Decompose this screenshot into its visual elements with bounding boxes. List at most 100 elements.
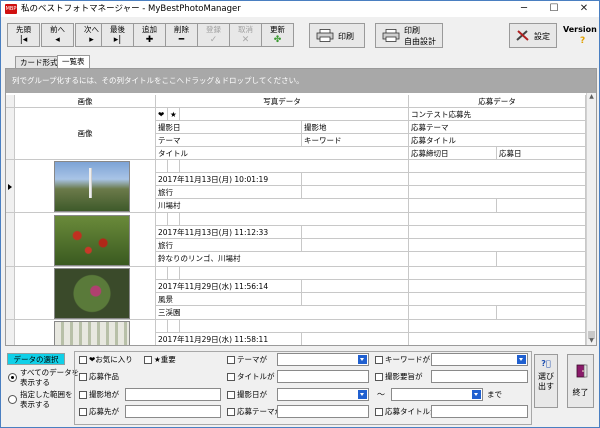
chevron-down-icon[interactable] — [358, 390, 367, 399]
col-shoot-date-header[interactable]: 撮影日 — [156, 121, 302, 134]
photo-thumbnail[interactable] — [54, 268, 130, 319]
close-button[interactable]: ✕ — [569, 1, 599, 17]
col-deadline-header[interactable]: 応募締切日 — [409, 147, 497, 160]
row-indicator[interactable] — [6, 320, 15, 345]
contest-cell[interactable] — [409, 213, 586, 226]
shoot-date-checkbox[interactable] — [227, 391, 235, 399]
entry-theme-cell[interactable] — [409, 333, 586, 345]
row-indicator[interactable] — [6, 160, 15, 213]
shoot-place-cell[interactable] — [302, 226, 409, 239]
chevron-down-icon[interactable] — [517, 355, 526, 364]
col-contest-header[interactable]: コンテスト応募先 — [409, 108, 586, 121]
shoot-date-cell[interactable]: 2017年11月13日(月) 11:12:33 — [156, 226, 302, 239]
shoot-date-to-select[interactable] — [391, 388, 483, 401]
col-important-header[interactable]: ★ — [168, 108, 180, 121]
shoot-date-cell[interactable]: 2017年11月13日(月) 10:01:19 — [156, 173, 302, 186]
important-cell[interactable] — [168, 160, 180, 173]
col-entry-date-header[interactable]: 応募日 — [497, 147, 586, 160]
photo-thumbnail[interactable] — [54, 161, 130, 212]
maximize-button[interactable]: ☐ — [539, 1, 569, 17]
theme-cell[interactable]: 風景 — [156, 293, 302, 306]
photo-thumbnail[interactable] — [54, 215, 130, 266]
update-button[interactable]: 更新 ✤ — [261, 23, 294, 47]
settings-button[interactable]: 設定 — [509, 23, 557, 48]
col-theme-header[interactable]: テーマ — [156, 134, 302, 147]
favorite-cell[interactable] — [156, 160, 168, 173]
col-shoot-place-header[interactable]: 撮影地 — [302, 121, 409, 134]
tab-card-view[interactable]: カード形式 — [15, 56, 63, 68]
select-out-button[interactable]: ?⃞ 選び 出す — [534, 354, 558, 408]
entry-title-cell[interactable] — [409, 239, 586, 252]
entry-dest-input[interactable] — [125, 405, 221, 418]
important-checkbox[interactable] — [144, 356, 152, 364]
important-cell[interactable] — [168, 267, 180, 280]
chevron-down-icon[interactable] — [472, 390, 481, 399]
tab-list-view[interactable]: 一覧表 — [57, 55, 90, 68]
radio-all-data[interactable] — [8, 373, 17, 382]
keyword-select[interactable] — [431, 353, 528, 366]
entry-dest-checkbox[interactable] — [79, 408, 87, 416]
entry-title-cell[interactable] — [409, 293, 586, 306]
scroll-down-icon[interactable]: ▼ — [587, 337, 596, 345]
theme-select[interactable] — [277, 353, 369, 366]
col-entry-data-header[interactable]: 応募データ — [409, 95, 586, 108]
row-indicator[interactable] — [6, 267, 15, 320]
exit-button[interactable]: 終了 — [567, 354, 594, 408]
col-entry-theme-header[interactable]: 応募テーマ — [409, 121, 586, 134]
col-favorite-header[interactable]: ❤ — [156, 108, 168, 121]
favorite-cell[interactable] — [156, 213, 168, 226]
col-image-subheader[interactable]: 画像 — [15, 108, 156, 160]
theme-checkbox[interactable] — [227, 356, 235, 364]
entry-date-cell[interactable] — [497, 199, 586, 213]
photo-thumbnail[interactable] — [54, 321, 130, 345]
radio-range-data[interactable] — [8, 395, 17, 404]
vertical-scrollbar[interactable]: ▲ ▼ — [586, 93, 596, 345]
print-custom-button[interactable]: 印刷 自由設計 — [375, 23, 443, 48]
important-cell[interactable] — [168, 213, 180, 226]
col-keyword-header[interactable]: キーワード — [302, 134, 409, 147]
entry-title-input[interactable] — [431, 405, 528, 418]
scroll-up-icon[interactable]: ▲ — [587, 93, 596, 103]
shoot-date-cell[interactable]: 2017年11月29日(水) 11:58:11 — [156, 333, 302, 345]
entry-date-cell[interactable] — [497, 306, 586, 320]
register-button[interactable]: 登録 ✓ — [197, 23, 230, 47]
shoot-note-checkbox[interactable] — [375, 373, 383, 381]
deadline-cell[interactable] — [409, 252, 497, 267]
shoot-note-input[interactable] — [431, 370, 528, 383]
print-button[interactable]: 印刷 — [309, 23, 365, 48]
delete-record-button[interactable]: 削除 ━ — [165, 23, 198, 47]
contest-cell[interactable] — [409, 267, 586, 280]
title-cell[interactable]: 鈴なりのリンゴ、川場村 — [156, 252, 409, 267]
title-cell[interactable]: 三渓園 — [156, 306, 409, 320]
col-title-header[interactable]: タイトル — [156, 147, 409, 160]
entry-date-cell[interactable] — [497, 252, 586, 267]
title-input[interactable] — [277, 370, 369, 383]
add-record-button[interactable]: 追加 ✚ — [133, 23, 166, 47]
entry-theme-cell[interactable] — [409, 173, 586, 186]
entry-theme-cell[interactable] — [409, 280, 586, 293]
row-indicator[interactable] — [6, 213, 15, 267]
favorite-checkbox[interactable] — [79, 356, 87, 364]
theme-cell[interactable]: 旅行 — [156, 186, 302, 199]
keyword-checkbox[interactable] — [375, 356, 383, 364]
favorite-cell[interactable] — [156, 320, 168, 333]
minimize-button[interactable]: ─ — [509, 1, 539, 17]
entry-theme-cell[interactable] — [409, 226, 586, 239]
shoot-date-from-select[interactable] — [277, 388, 369, 401]
group-by-bar[interactable]: 列でグループ化するには、その列タイトルをここへドラッグ＆ドロップしてください。 — [6, 69, 596, 93]
contest-cell[interactable] — [409, 320, 586, 333]
shoot-place-cell[interactable] — [302, 333, 409, 345]
entry-title-checkbox[interactable] — [375, 408, 383, 416]
col-photo-data-header[interactable]: 写真データ — [156, 95, 409, 108]
col-entry-title-header[interactable]: 応募タイトル — [409, 134, 586, 147]
entry-work-checkbox[interactable] — [79, 373, 87, 381]
important-cell[interactable] — [168, 320, 180, 333]
chevron-down-icon[interactable] — [358, 355, 367, 364]
shoot-place-cell[interactable] — [302, 280, 409, 293]
entry-title-cell[interactable] — [409, 186, 586, 199]
prev-record-button[interactable]: 前へ ◂ — [41, 23, 74, 47]
entry-theme-input[interactable] — [277, 405, 369, 418]
shoot-date-cell[interactable]: 2017年11月29日(水) 11:56:14 — [156, 280, 302, 293]
shoot-place-cell[interactable] — [302, 173, 409, 186]
title-cell[interactable]: 川場村 — [156, 199, 409, 213]
